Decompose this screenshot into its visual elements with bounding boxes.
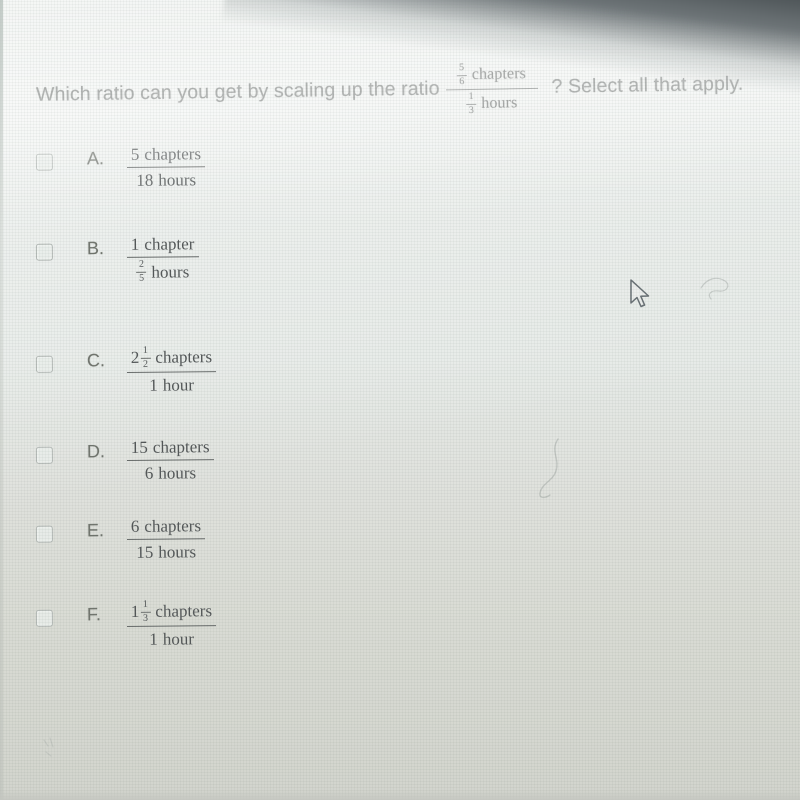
option-d-bar	[126, 459, 214, 462]
option-a-bar	[126, 166, 206, 169]
ratio-numerator: 5 6 chapters	[455, 61, 529, 88]
option-row-c[interactable]: C. 2 1 2 chapters 1 hour	[35, 345, 217, 397]
question-prompt: Which ratio can you get by scaling up th…	[36, 56, 777, 123]
option-row-b[interactable]: B. 1 chapter 2 5 hours	[35, 233, 199, 285]
option-a-denominator-unit: hours	[158, 170, 197, 190]
option-f-mixed-number: 1 1 3	[130, 598, 151, 624]
option-c-denominator-value: 1	[149, 375, 158, 395]
option-b-denominator-unit: hours	[151, 261, 190, 282]
checkbox-option-f[interactable]	[35, 609, 54, 627]
option-row-e[interactable]: E. 6 chapters 15 hours	[35, 515, 206, 564]
option-e-bar	[126, 538, 206, 541]
option-letter-e: E.	[86, 520, 105, 541]
option-f-fraction: 1 1 3 chapters 1 hour	[127, 599, 217, 650]
option-b-denominator: 2 5 hours	[132, 258, 193, 285]
checkbox-option-d[interactable]	[35, 446, 54, 464]
question-text-after: ? Select all that apply.	[551, 72, 744, 98]
question-text-before: Which ratio can you get by scaling up th…	[35, 77, 440, 106]
option-b-denominator-fraction-bottom: 5	[139, 272, 145, 284]
denominator-fraction-bottom: 3	[468, 104, 475, 116]
option-d-denominator-unit: hours	[158, 463, 197, 483]
option-f-bar	[127, 625, 217, 627]
option-c-mixed-number: 2 1 2	[130, 344, 151, 370]
option-d-numerator-value: 15	[130, 437, 148, 457]
checkbox-option-e[interactable]	[35, 525, 54, 543]
option-c-denominator-unit: hour	[162, 375, 195, 395]
option-d-denominator-value: 6	[144, 463, 154, 484]
option-a-numerator-unit: chapters	[144, 144, 202, 164]
option-e-denominator-value: 15	[136, 542, 154, 563]
option-c-numerator-whole: 2	[130, 348, 140, 368]
option-d-numerator: 15 chapters	[127, 436, 214, 458]
denominator-fraction-top: 1	[468, 90, 474, 103]
denominator-fraction: 1 3	[466, 90, 477, 116]
numerator-unit: chapters	[471, 65, 527, 83]
option-e-numerator-value: 6	[130, 516, 140, 536]
option-b-bar	[126, 256, 199, 259]
option-e-numerator: 6 chapters	[127, 515, 205, 537]
option-d-fraction: 15 chapters 6 hours	[126, 436, 214, 485]
option-d-numerator-unit: chapters	[152, 437, 210, 457]
numerator-fraction-bottom: 6	[459, 75, 465, 87]
numerator-fraction: 5 6	[456, 62, 467, 87]
option-f-numerator: 1 1 3 chapters	[127, 599, 216, 624]
option-e-fraction: 6 chapters 15 hours	[126, 515, 206, 563]
option-letter-a: A.	[86, 148, 105, 169]
option-e-denominator-unit: hours	[158, 542, 197, 562]
option-f-numerator-fraction-bottom: 3	[142, 612, 148, 624]
option-f-numerator-whole: 1	[130, 602, 140, 622]
option-f-numerator-unit: chapters	[155, 601, 213, 622]
option-letter-f: F.	[86, 604, 102, 625]
option-b-denominator-fraction: 2 5	[136, 258, 147, 284]
option-c-numerator: 2 1 2 chapters	[127, 345, 216, 370]
option-letter-b: B.	[86, 238, 105, 259]
denominator-unit: hours	[481, 94, 518, 112]
option-a-numerator-value: 5	[130, 144, 140, 164]
option-row-f[interactable]: F. 1 1 3 chapters 1 hour	[35, 599, 217, 651]
option-c-numerator-fraction-bottom: 2	[142, 358, 148, 370]
option-c-denominator: 1 hour	[145, 374, 198, 396]
checkbox-option-a[interactable]	[35, 153, 54, 171]
checkbox-option-b[interactable]	[35, 243, 54, 261]
option-b-numerator-value: 1	[130, 234, 140, 254]
option-row-d[interactable]: D. 15 chapters 6 hours	[35, 436, 214, 485]
option-e-numerator-unit: chapters	[144, 516, 202, 536]
checkbox-option-c[interactable]	[35, 355, 54, 373]
option-c-bar	[127, 371, 217, 373]
question-ratio-fraction: 5 6 chapters 1 3 hours	[445, 61, 538, 117]
option-row-a[interactable]: A. 5 chapters 18 hours	[35, 143, 206, 192]
numerator-fraction-top: 5	[459, 62, 465, 74]
option-letter-c: C.	[86, 350, 105, 371]
option-d-denominator: 6 hours	[141, 463, 200, 485]
option-e-denominator: 15 hours	[132, 541, 200, 563]
option-f-numerator-fraction-top: 1	[142, 598, 148, 610]
option-b-numerator: 1 chapter	[127, 233, 199, 255]
option-a-fraction: 5 chapters 18 hours	[126, 143, 206, 191]
option-f-numerator-fraction: 1 3	[140, 598, 151, 624]
option-c-numerator-fraction: 1 2	[140, 344, 151, 370]
option-b-denominator-fraction-top: 2	[138, 258, 144, 271]
option-f-denominator-value: 1	[149, 629, 158, 649]
ratio-denominator: 1 3 hours	[464, 90, 519, 117]
option-a-denominator: 18 hours	[132, 169, 200, 191]
option-a-numerator: 5 chapters	[127, 143, 205, 165]
option-b-numerator-unit: chapter	[144, 234, 195, 254]
option-c-numerator-unit: chapters	[155, 347, 213, 368]
option-f-denominator: 1 hour	[145, 628, 198, 650]
option-c-numerator-fraction-top: 1	[142, 344, 148, 356]
option-c-fraction: 2 1 2 chapters 1 hour	[127, 345, 217, 396]
option-a-denominator-value: 18	[136, 170, 154, 191]
option-f-denominator-unit: hour	[162, 629, 195, 649]
option-b-fraction: 1 chapter 2 5 hours	[126, 233, 199, 285]
quiz-content: Which ratio can you get by scaling up th…	[0, 0, 800, 800]
option-letter-d: D.	[86, 441, 106, 462]
screenshot-page: Which ratio can you get by scaling up th…	[0, 0, 800, 800]
